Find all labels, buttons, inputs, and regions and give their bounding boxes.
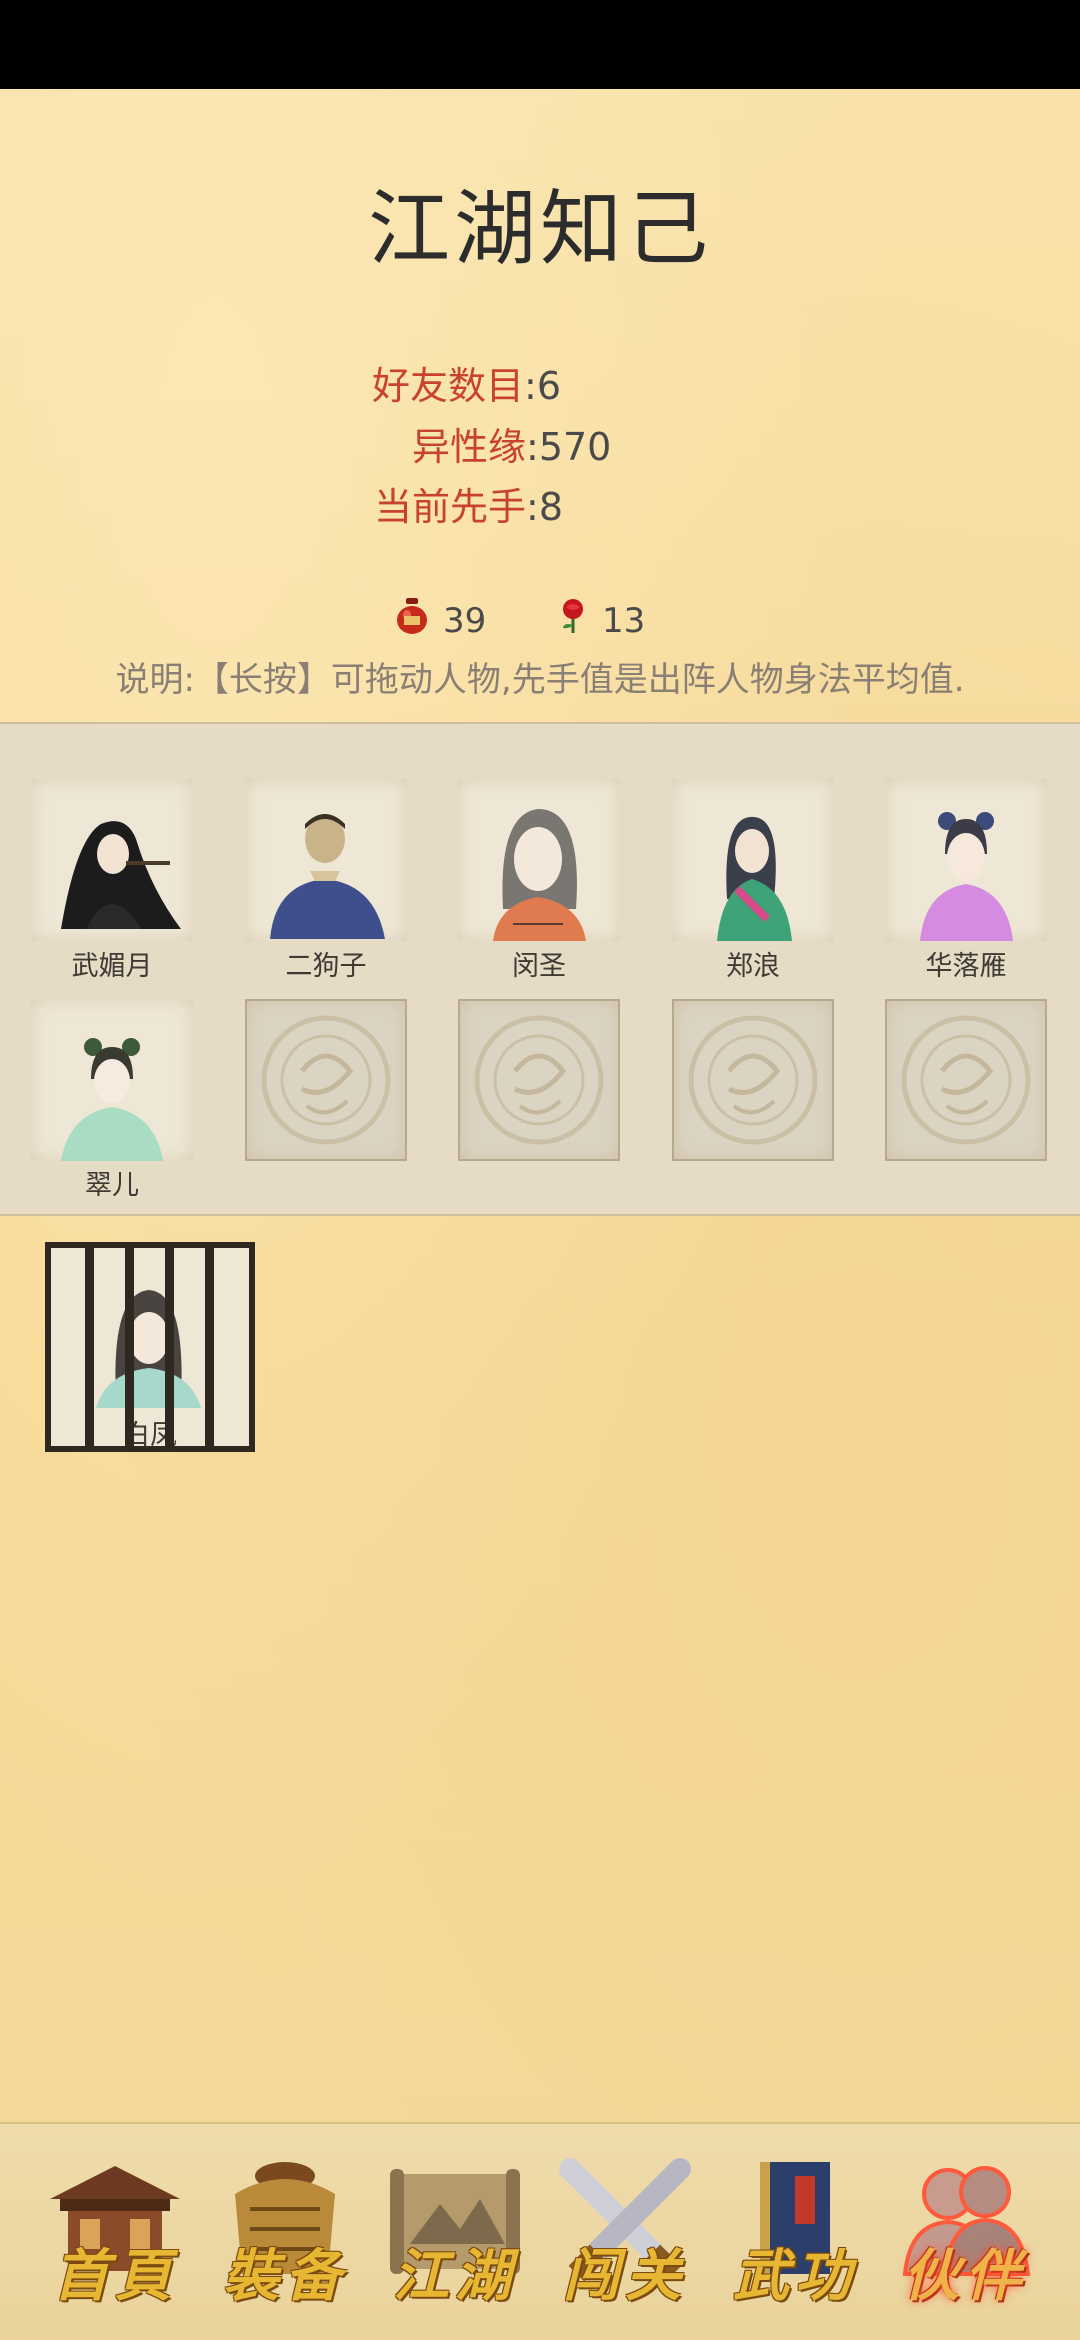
nav-jianghu[interactable]: 江湖 xyxy=(380,2154,530,2324)
stat-friend-count: 好友数目:6 xyxy=(372,359,561,413)
companion-name: 翠儿 xyxy=(85,1170,139,1201)
caged-companion[interactable]: 白凤 xyxy=(45,1242,255,1452)
companion-portrait xyxy=(61,1038,163,1161)
empty-slot[interactable] xyxy=(458,999,620,1161)
companion-name: 郑浪 xyxy=(726,951,780,982)
nav-companions[interactable]: 伙伴 xyxy=(890,2154,1040,2324)
nav-label: 武功 xyxy=(733,2243,857,2309)
stat-label: 异性缘 xyxy=(412,425,527,469)
dragon-seal-icon xyxy=(261,1015,391,1145)
dragon-seal-icon xyxy=(901,1015,1031,1145)
currency-wine: 39 xyxy=(395,596,486,646)
nav-equipment[interactable]: 裝备 xyxy=(210,2154,360,2324)
cage-icon xyxy=(85,1248,214,1446)
stat-label: 当前先手 xyxy=(374,485,527,529)
nav-challenge[interactable]: 闯关 xyxy=(550,2154,700,2324)
empty-slot[interactable] xyxy=(672,999,834,1161)
status-bar xyxy=(0,0,1080,89)
currency-rose-value: 13 xyxy=(602,601,646,641)
companion-card[interactable] xyxy=(245,779,407,941)
stat-initiative: 当前先手:8 xyxy=(374,480,563,534)
companion-portrait xyxy=(920,812,1013,941)
nav-label: 江湖 xyxy=(393,2243,517,2309)
page-title: 江湖知己 xyxy=(367,182,712,277)
description-text: 说明:【长按】可拖动人物,先手值是出阵人物身法平均值. xyxy=(115,660,965,700)
companion-card[interactable] xyxy=(672,779,834,941)
companion-card[interactable] xyxy=(458,779,620,941)
companion-card[interactable] xyxy=(885,779,1047,941)
stat-value: :8 xyxy=(526,485,563,529)
empty-slot[interactable] xyxy=(885,999,1047,1161)
currency-wine-value: 39 xyxy=(443,601,487,641)
companion-name: 华落雁 xyxy=(925,951,1007,982)
dragon-seal-icon xyxy=(688,1015,818,1145)
currency-rose: 13 xyxy=(558,596,645,646)
companion-card[interactable] xyxy=(31,779,193,941)
stat-opposite-sex-affinity: 异性缘:570 xyxy=(412,420,611,474)
companion-portrait xyxy=(61,821,181,929)
companion-name: 二狗子 xyxy=(285,951,367,982)
companion-name: 闵圣 xyxy=(512,951,566,982)
stat-value: :570 xyxy=(526,425,612,469)
companion-name: 武媚月 xyxy=(71,951,153,982)
companion-portrait xyxy=(717,816,792,941)
bottom-nav: 首頁 裝备 江湖 闯关 武功 伙伴 xyxy=(0,2122,1080,2340)
wine-jar-icon xyxy=(395,597,429,649)
empty-slot[interactable] xyxy=(245,999,407,1161)
stat-value: :6 xyxy=(524,364,561,408)
stat-label: 好友数目 xyxy=(372,364,525,408)
dragon-seal-icon xyxy=(474,1015,604,1145)
nav-label: 首頁 xyxy=(53,2243,177,2309)
nav-label: 闯关 xyxy=(563,2243,687,2309)
roster-panel: 武媚月 二狗子 闵圣 郑浪 华落雁 翠儿 xyxy=(0,722,1080,1216)
companion-portrait xyxy=(493,809,586,941)
nav-home[interactable]: 首頁 xyxy=(40,2154,190,2324)
companion-card[interactable] xyxy=(31,999,193,1161)
nav-label: 裝备 xyxy=(223,2243,347,2309)
nav-martial-arts[interactable]: 武功 xyxy=(720,2154,870,2324)
rose-icon xyxy=(558,598,588,648)
nav-label: 伙伴 xyxy=(903,2243,1027,2309)
companion-portrait xyxy=(270,814,385,939)
